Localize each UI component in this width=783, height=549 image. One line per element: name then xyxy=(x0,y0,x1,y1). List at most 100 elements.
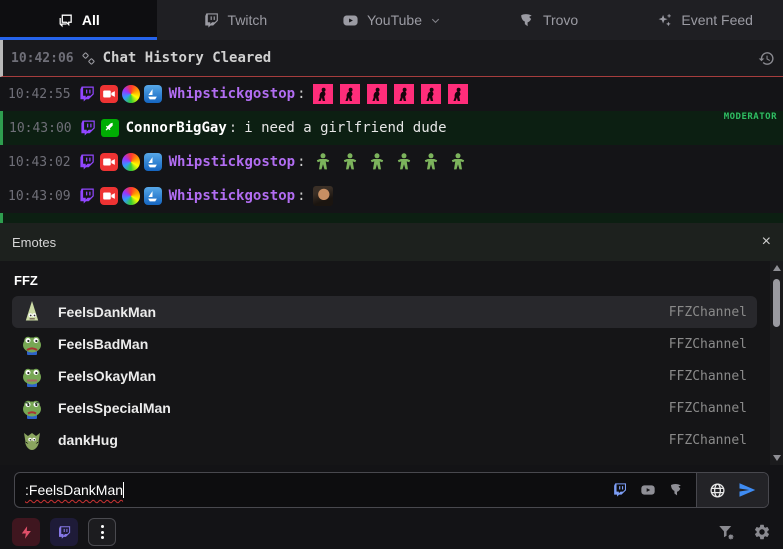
emote-list-item[interactable]: FeelsSpecialMan FFZChannel xyxy=(12,392,757,424)
feelsspecialman-emote-icon xyxy=(20,396,44,420)
message-input-text[interactable]: :FeelsDankMan xyxy=(15,482,600,498)
pink-dancer-emote[interactable] xyxy=(339,84,360,104)
green-dancer-emote[interactable] xyxy=(367,152,387,172)
emote-panel-header: Emotes × xyxy=(0,223,783,261)
username[interactable]: Whipstickgostop xyxy=(169,154,295,170)
chat-bubbles-icon xyxy=(59,14,72,27)
scroll-down-arrow[interactable] xyxy=(772,455,781,461)
tab-youtube[interactable]: YouTube xyxy=(313,0,470,40)
timestamp: 10:43:00 xyxy=(9,120,72,136)
username-separator: : xyxy=(297,154,306,170)
tab-label: YouTube xyxy=(366,12,422,28)
lightning-bolt-icon xyxy=(21,525,31,539)
twitch-badge-icon xyxy=(78,85,96,103)
green-dancer-emote[interactable] xyxy=(448,152,468,172)
emote-list-item[interactable]: dankHug FFZChannel xyxy=(12,424,757,456)
tab-label: Twitch xyxy=(227,12,268,28)
more-options-button[interactable] xyxy=(88,518,116,546)
chat-message-row: 10:43:02 Whipstickgostop : xyxy=(0,145,783,179)
twitch-badge-icon xyxy=(79,119,97,137)
trovo-target-icon[interactable] xyxy=(668,482,684,498)
photo-man-emote[interactable] xyxy=(312,186,333,206)
sailboat-badge-icon xyxy=(143,85,162,103)
tab-trovo[interactable]: Trovo xyxy=(470,0,627,40)
message-input[interactable]: :FeelsDankMan xyxy=(14,472,769,508)
twitch-icon xyxy=(204,12,218,28)
text-caret xyxy=(123,482,125,498)
tab-event-feed[interactable]: Event Feed xyxy=(626,0,783,40)
pink-dancer-emote[interactable] xyxy=(393,84,414,104)
tab-label: Event Feed xyxy=(681,12,753,28)
camera-badge-icon xyxy=(99,85,118,103)
camera-badge-icon xyxy=(99,153,118,171)
emote-run xyxy=(312,84,468,104)
history-icon[interactable] xyxy=(758,50,775,67)
quick-action-button[interactable] xyxy=(12,518,40,546)
camera-badge-icon xyxy=(99,187,118,205)
username[interactable]: Whipstickgostop xyxy=(169,188,295,204)
rainbow-badge-icon xyxy=(121,153,140,171)
youtube-icon xyxy=(343,15,358,25)
green-dancer-emote[interactable] xyxy=(340,152,360,172)
tab-all[interactable]: All xyxy=(0,0,157,40)
trovo-icon xyxy=(521,13,532,26)
filter-settings-icon[interactable] xyxy=(717,523,735,541)
emote-section-header: FFZ xyxy=(14,273,38,288)
sparkles-icon xyxy=(658,13,672,26)
user-badges xyxy=(78,187,162,205)
emote-list: FFZ FeelsDankMan FFZChannel FeelsBadMan … xyxy=(0,261,783,465)
user-badges xyxy=(79,119,119,137)
close-icon[interactable]: × xyxy=(762,234,771,250)
emote-run xyxy=(313,152,468,172)
username-separator: : xyxy=(297,188,306,204)
youtube-target-icon[interactable] xyxy=(640,482,656,498)
scroll-up-arrow[interactable] xyxy=(772,265,781,271)
twitch-icon xyxy=(58,525,70,539)
green-dancer-emote[interactable] xyxy=(313,152,333,172)
username[interactable]: ConnorBigGay xyxy=(126,120,227,136)
twitch-account-button[interactable] xyxy=(50,518,78,546)
emote-panel-title: Emotes xyxy=(12,234,57,250)
tab-twitch[interactable]: Twitch xyxy=(157,0,314,40)
message-text: i need a girlfriend dude xyxy=(244,120,447,136)
pink-dancer-emote[interactable] xyxy=(312,84,333,104)
emote-list-item[interactable]: FeelsOkayMan FFZChannel xyxy=(12,360,757,392)
emote-list-scrollbar[interactable] xyxy=(770,261,783,465)
timestamp: 10:42:55 xyxy=(8,86,71,102)
username[interactable]: Whipstickgostop xyxy=(169,86,295,102)
emote-channel: FFZChannel xyxy=(668,432,747,448)
composer-bar: :FeelsDankMan xyxy=(0,465,783,515)
partial-moderator-message-row xyxy=(0,213,783,223)
emote-list-item[interactable]: FeelsBadMan FFZChannel xyxy=(12,328,757,360)
rainbow-badge-icon xyxy=(121,85,140,103)
pink-dancer-emote[interactable] xyxy=(447,84,468,104)
emote-list-item[interactable]: FeelsDankMan FFZChannel xyxy=(12,296,757,328)
platform-tab-bar: All Twitch YouTube Trovo Event Feed xyxy=(0,0,783,40)
green-dancer-emote[interactable] xyxy=(394,152,414,172)
bottom-toolbar xyxy=(0,515,783,549)
user-badges xyxy=(78,85,162,103)
pink-dancer-emote[interactable] xyxy=(420,84,441,104)
gear-icon[interactable] xyxy=(753,523,771,541)
timestamp: 10:43:09 xyxy=(8,188,71,204)
twitch-target-icon[interactable] xyxy=(612,482,628,498)
send-zone xyxy=(696,473,768,507)
username-separator: : xyxy=(297,86,306,102)
tab-label: Trovo xyxy=(542,12,579,28)
chevron-down-icon xyxy=(431,18,440,23)
moderator-message-row: MODERATOR 10:43:00 ConnorBigGay : i need… xyxy=(0,111,783,145)
pink-dancer-emote[interactable] xyxy=(366,84,387,104)
globe-icon[interactable] xyxy=(709,482,726,499)
rainbow-badge-icon xyxy=(121,187,140,205)
twitch-badge-icon xyxy=(78,153,96,171)
emote-name: FeelsSpecialMan xyxy=(58,400,171,416)
emote-run xyxy=(312,186,333,206)
emote-channel: FFZChannel xyxy=(668,336,747,352)
send-icon[interactable] xyxy=(738,481,756,499)
send-target-icons xyxy=(600,482,696,498)
timestamp: 10:42:06 xyxy=(11,50,74,66)
scrollbar-thumb[interactable] xyxy=(773,279,780,327)
emote-channel: FFZChannel xyxy=(668,400,747,416)
toolbar-right-icons xyxy=(717,523,771,541)
green-dancer-emote[interactable] xyxy=(421,152,441,172)
